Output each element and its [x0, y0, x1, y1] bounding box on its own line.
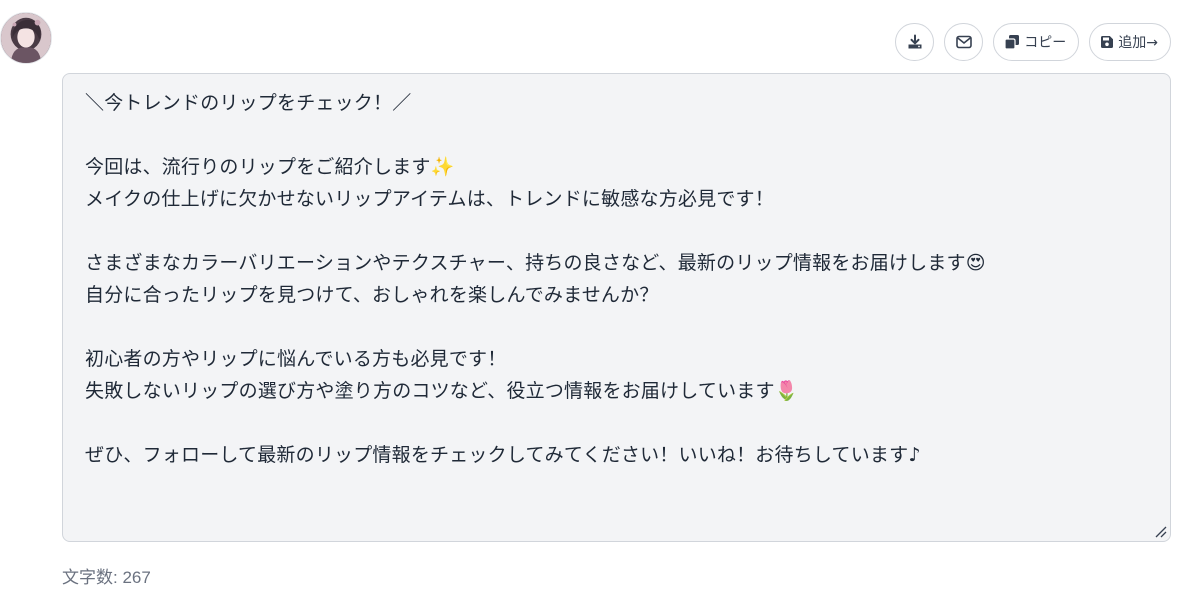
copy-icon — [1004, 35, 1020, 50]
text-line: メイクの仕上げに欠かせないリップアイテムは、トレンドに敏感な方必見です！ — [85, 188, 774, 210]
text-line — [85, 407, 1148, 439]
save-icon — [1101, 36, 1114, 48]
download-button[interactable] — [895, 23, 935, 61]
resize-handle-icon[interactable] — [1153, 524, 1167, 538]
avatar-image — [1, 13, 51, 63]
text-line — [85, 215, 1148, 247]
text-line — [85, 311, 1148, 343]
text-line: ぜひ、フォローして最新のリップ情報をチェックしてみてください！いいね！お待ちして… — [85, 444, 921, 466]
mail-icon — [955, 35, 972, 49]
text-line: 自分に合ったリップを見つけて、おしゃれを楽しんでみませんか？ — [85, 284, 659, 306]
toolbar: コピー 追加→ — [895, 23, 1171, 61]
post-text-content: ＼今トレンドのリップをチェック！／ 今回は、流行りのリップをご紹介します✨ メイクの… — [85, 87, 1148, 471]
email-button[interactable] — [944, 23, 984, 61]
add-button[interactable]: 追加→ — [1089, 23, 1171, 61]
avatar — [0, 12, 52, 64]
text-line: 今回は、流行りのリップをご紹介します✨ — [85, 156, 455, 178]
download-icon — [908, 34, 922, 49]
post-text-area[interactable]: ＼今トレンドのリップをチェック！／ 今回は、流行りのリップをご紹介します✨ メイクの… — [62, 73, 1171, 542]
add-button-label: 追加→ — [1118, 35, 1158, 51]
text-line: 失敗しないリップの選び方や塗り方のコツなど、役立つ情報をお届けしています🌷 — [85, 380, 799, 402]
copy-button[interactable]: コピー — [993, 23, 1080, 61]
text-line: 初心者の方やリップに悩んでいる方も必見です！ — [85, 348, 507, 370]
text-line: ＼今トレンドのリップをチェック！／ — [85, 92, 412, 114]
copy-button-label: コピー — [1024, 35, 1067, 51]
character-count: 文字数: 267 — [62, 568, 151, 587]
text-line — [85, 119, 1148, 151]
text-line: さまざまなカラーバリエーションやテクスチャー、持ちの良さなど、最新のリップ情報を… — [85, 252, 986, 274]
